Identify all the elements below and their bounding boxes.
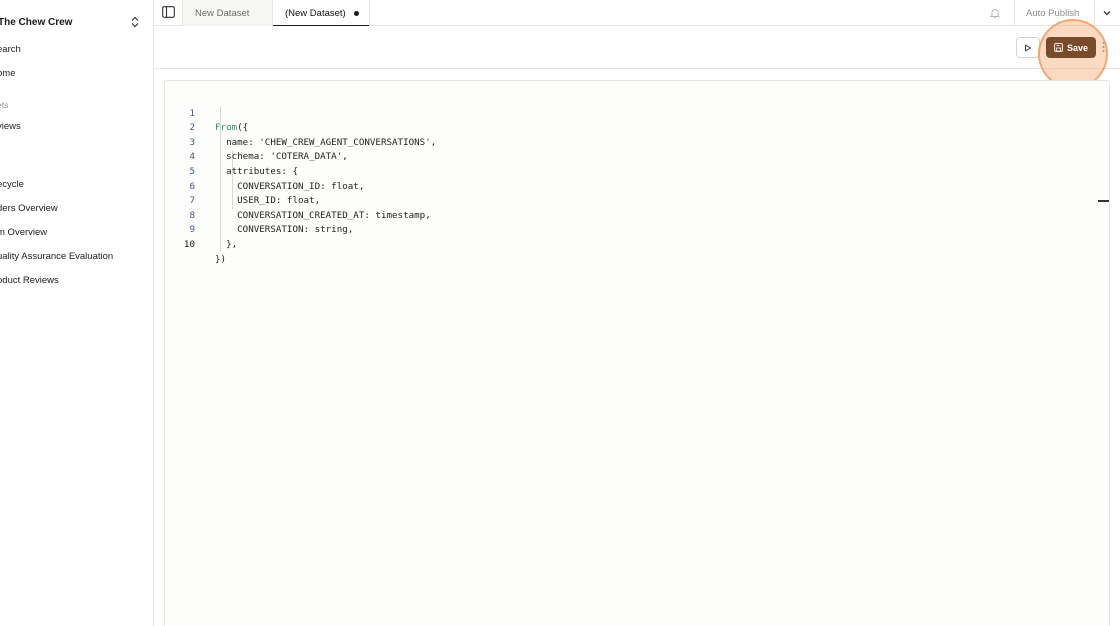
sidebar-item-search[interactable]: earch — [0, 44, 21, 55]
tab-bar: New Dataset (New Dataset) Auto Publish — [154, 0, 1120, 27]
team-switcher[interactable]: The Chew Crew — [0, 14, 148, 30]
code-text: name: 'CHEW_CREW_AGENT_CONVERSATIONS', — [215, 136, 437, 148]
tab-label: New Dataset — [195, 7, 250, 19]
code-text: From({ — [215, 121, 248, 136]
auto-publish-label: Auto Publish — [1026, 7, 1080, 19]
scrollbar-marker[interactable] — [1098, 200, 1109, 202]
sidebar-item-qa-evaluation[interactable]: uality Assurance Evaluation — [0, 251, 113, 262]
code-editor[interactable]: 1 From({ 2 name: 'CHEW_CREW_AGENT_CONVER… — [164, 80, 1110, 626]
code-line: 7 CONVERSATION_CREATED_AT: timestamp, — [165, 180, 430, 221]
chevron-updown-icon — [131, 16, 139, 28]
more-dots-icon[interactable] — [1102, 40, 1105, 54]
keyword-token: From — [215, 122, 238, 134]
team-name: The Chew Crew — [0, 16, 73, 28]
tab-new-dataset[interactable]: New Dataset — [182, 0, 272, 26]
code-text: CONVERSATION: string, — [215, 224, 354, 236]
play-icon — [1025, 43, 1032, 52]
save-button[interactable]: Save — [1046, 37, 1096, 58]
sidebar-item-home[interactable]: ome — [0, 68, 15, 79]
divider — [1094, 0, 1095, 26]
code-line: 4 attributes: { — [165, 136, 298, 177]
panel-toggle-icon[interactable] — [162, 6, 175, 18]
code-line: 10 }) — [165, 223, 226, 265]
code-text: attributes: { — [215, 165, 298, 177]
sidebar-item-reviews[interactable]: views — [0, 121, 21, 132]
tab-label: (New Dataset) — [285, 7, 346, 19]
code-text: }) — [215, 253, 227, 265]
sidebar-item-product-reviews[interactable]: oduct Reviews — [0, 275, 59, 286]
sidebar-section-label: ets — [0, 100, 9, 110]
chevron-down-icon[interactable] — [1102, 8, 1112, 18]
code-text: }, — [215, 238, 238, 250]
code-text: CONVERSATION_ID: float, — [215, 180, 365, 192]
editor-toolbar: Save — [154, 19, 1120, 89]
code-line: 6 USER_ID: float, — [165, 165, 320, 207]
code-line: 8 CONVERSATION: string, — [165, 194, 353, 236]
code-token: ({ — [237, 122, 249, 134]
save-label: Save — [1066, 42, 1089, 53]
run-button[interactable] — [1016, 37, 1040, 58]
code-line: 5 CONVERSATION_ID: float, — [165, 150, 364, 192]
sidebar: The Chew Crew earch ome ets views ecycle… — [0, 0, 154, 626]
code-text: CONVERSATION_CREATED_AT: timestamp, — [215, 209, 431, 221]
code-text: USER_ID: float, — [215, 195, 321, 207]
code-line: 9 }, — [165, 209, 237, 250]
code-line: 2 name: 'CHEW_CREW_AGENT_CONVERSATIONS', — [165, 107, 436, 148]
code-line: 1 From({ — [165, 92, 248, 134]
divider — [1014, 0, 1015, 26]
sidebar-item-recycle[interactable]: ecycle — [0, 179, 24, 190]
sidebar-item-orders-overview[interactable]: ders Overview — [0, 203, 58, 214]
save-icon — [1054, 43, 1063, 52]
bell-icon[interactable] — [989, 7, 1001, 19]
unsaved-dot-icon — [353, 10, 359, 16]
tab-new-dataset-active[interactable]: (New Dataset) — [272, 0, 370, 27]
sidebar-item-team-overview[interactable]: m Overview — [0, 227, 47, 238]
code-line: 3 schema: 'COTERA_DATA', — [165, 121, 347, 163]
code-text: schema: 'COTERA_DATA', — [215, 151, 348, 163]
line-number: 10 — [183, 238, 195, 250]
